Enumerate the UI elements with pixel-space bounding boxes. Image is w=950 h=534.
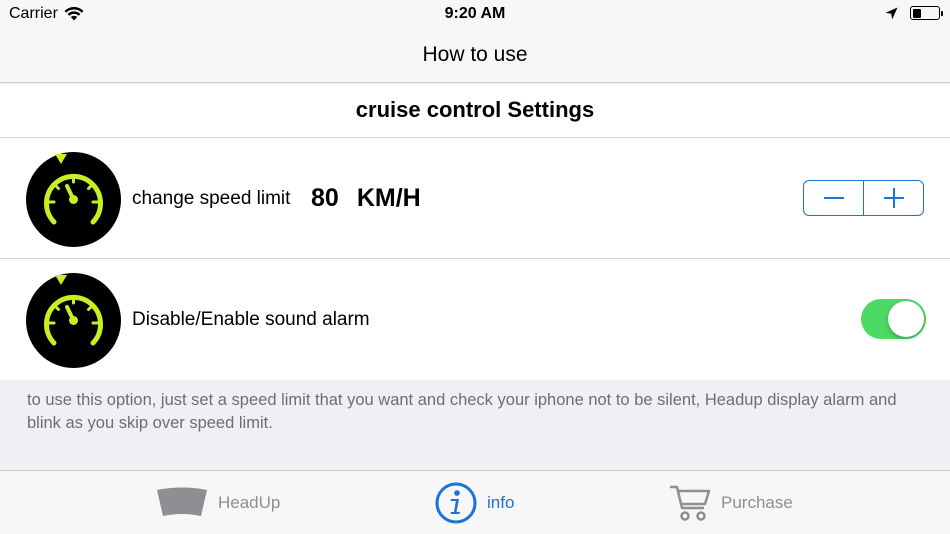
decrement-button[interactable] <box>804 181 863 215</box>
speed-limit-label: change speed limit <box>132 188 291 209</box>
speed-value: 80 <box>311 184 339 212</box>
sound-alarm-row: Disable/Enable sound alarm <box>0 259 950 380</box>
tab-purchase-label: Purchase <box>721 493 793 512</box>
tab-info[interactable]: info <box>435 471 514 534</box>
status-bar: Carrier 9:20 AM <box>0 0 950 28</box>
nav-title: How to use <box>422 43 528 66</box>
cart-icon <box>670 485 711 521</box>
tab-bar: HeadUp info Purchase <box>0 470 950 534</box>
plus-icon <box>883 188 904 208</box>
speed-limit-row: change speed limit 80 KM/H <box>0 138 950 259</box>
tab-info-label: info <box>487 493 515 512</box>
speedometer-icon <box>26 273 121 368</box>
toggle-knob[interactable] <box>888 301 924 337</box>
section-title: cruise control Settings <box>0 84 950 138</box>
tab-headup[interactable]: HeadUp <box>156 471 280 534</box>
speed-stepper[interactable] <box>803 180 924 216</box>
top-bar: Carrier 9:20 AM How to use <box>0 0 950 83</box>
speed-unit: KM/H <box>356 184 421 212</box>
sound-alarm-label: Disable/Enable sound alarm <box>132 309 370 330</box>
instructions-note: to use this option, just set a speed lim… <box>27 391 897 432</box>
info-icon <box>435 482 477 524</box>
screen: Carrier 9:20 AM How to use cruise contro… <box>0 0 950 534</box>
tab-headup-label: HeadUp <box>218 493 281 512</box>
speedometer-icon <box>26 152 121 247</box>
location-arrow-icon <box>885 7 898 19</box>
tab-purchase[interactable]: Purchase <box>669 471 793 534</box>
battery-icon <box>910 6 943 20</box>
status-right <box>885 6 943 20</box>
speed-readout: 80 KM/H <box>311 138 421 259</box>
headup-icon <box>157 487 207 516</box>
increment-button[interactable] <box>863 181 923 215</box>
battery-level <box>912 8 922 18</box>
minus-icon <box>823 197 844 199</box>
status-time: 9:20 AM <box>444 5 506 22</box>
sound-alarm-toggle[interactable] <box>861 299 926 339</box>
settings-table: cruise control Settings change speed lim… <box>0 84 950 380</box>
